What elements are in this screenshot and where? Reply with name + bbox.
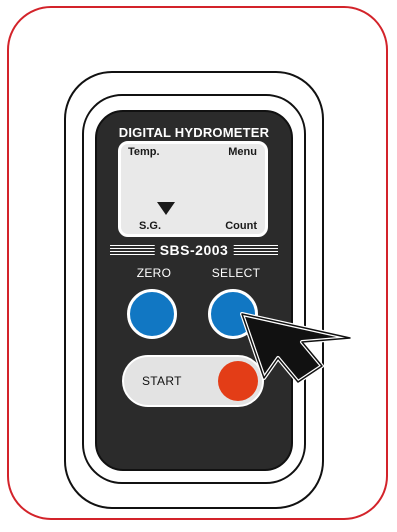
display-label-count: Count bbox=[225, 220, 257, 232]
triangle-down-icon bbox=[157, 202, 175, 215]
model-band: SBS-2003 bbox=[110, 242, 278, 258]
model-label: SBS-2003 bbox=[154, 242, 234, 258]
device-title: DIGITAL HYDROMETER bbox=[118, 125, 270, 140]
display-label-temp: Temp. bbox=[128, 146, 160, 158]
zero-button-label: ZERO bbox=[136, 266, 172, 280]
lcd-display: Temp. Menu S.G. Count bbox=[118, 141, 268, 237]
zero-button[interactable] bbox=[127, 289, 177, 339]
display-label-sg: S.G. bbox=[139, 220, 162, 232]
arrow-cursor-icon bbox=[240, 312, 352, 384]
start-button-label: START bbox=[142, 374, 182, 388]
select-button-label: SELECT bbox=[211, 266, 261, 280]
display-label-menu: Menu bbox=[228, 146, 257, 158]
